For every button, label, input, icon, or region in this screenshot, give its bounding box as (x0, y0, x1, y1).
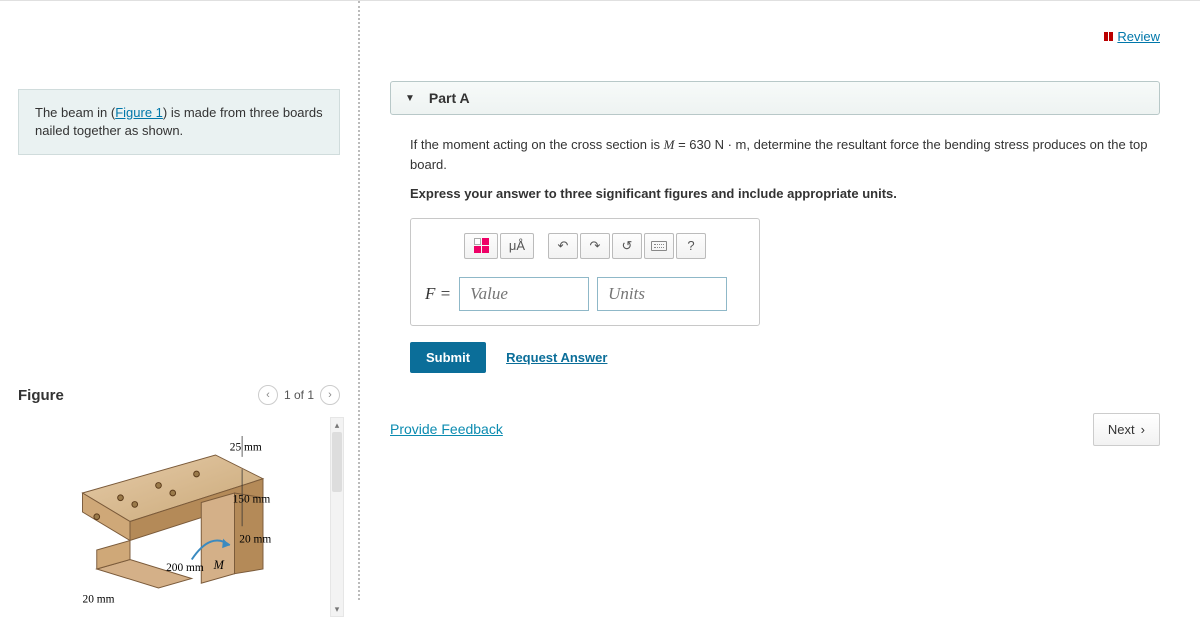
figure-link[interactable]: Figure 1 (115, 105, 163, 120)
intro-text-prefix: The beam in ( (35, 105, 115, 120)
scroll-down-icon[interactable]: ▾ (331, 602, 343, 616)
undo-button[interactable]: ↶ (548, 233, 578, 259)
template-button[interactable] (464, 233, 498, 259)
dim-top-thickness: 25 mm (230, 442, 262, 454)
scroll-thumb[interactable] (332, 432, 342, 492)
figure-counter: 1 of 1 (284, 388, 314, 402)
units-input[interactable] (597, 277, 727, 311)
beam-figure: 25 mm 150 mm 20 mm 200 mm 20 mm M (18, 417, 318, 607)
scroll-up-icon[interactable]: ▴ (331, 418, 343, 432)
reset-button[interactable]: ↺ (612, 233, 642, 259)
redo-button[interactable]: ↷ (580, 233, 610, 259)
q-eq: = 630 N · m (674, 137, 746, 152)
toolbar: μÅ ↶ ↷ ↺ ? (425, 233, 745, 259)
request-answer-link[interactable]: Request Answer (506, 350, 607, 365)
answer-lhs: F = (425, 284, 451, 304)
help-button[interactable]: ? (676, 233, 706, 259)
problem-intro: The beam in (Figure 1) is made from thre… (18, 89, 340, 155)
chevron-right-icon: › (1141, 422, 1145, 437)
next-button[interactable]: Next › (1093, 413, 1160, 446)
collapse-icon[interactable]: ▼ (405, 93, 415, 104)
keyboard-icon (651, 241, 667, 251)
figure-scrollbar[interactable]: ▴ ▾ (330, 417, 344, 617)
value-input[interactable] (459, 277, 589, 311)
keyboard-button[interactable] (644, 233, 674, 259)
moment-label: M (213, 558, 225, 572)
part-title: Part A (429, 90, 470, 106)
figure-title: Figure (18, 387, 64, 404)
answer-box: μÅ ↶ ↷ ↺ ? F = (410, 218, 760, 326)
provide-feedback-link[interactable]: Provide Feedback (390, 421, 503, 437)
review-label: Review (1117, 29, 1160, 44)
review-link[interactable]: Review (1104, 29, 1160, 44)
figure-prev-button[interactable]: ‹ (258, 385, 278, 405)
dim-flange-bottom: 20 mm (239, 534, 271, 546)
next-label: Next (1108, 422, 1135, 437)
submit-button[interactable]: Submit (410, 342, 486, 373)
dim-width: 200 mm (166, 562, 204, 574)
format-button[interactable]: μÅ (500, 233, 534, 259)
dim-web-height: 150 mm (233, 494, 271, 506)
figure-nav: ‹ 1 of 1 › (258, 385, 340, 405)
part-header[interactable]: ▼ Part A (390, 81, 1160, 115)
q-prefix: If the moment acting on the cross sectio… (410, 137, 664, 152)
question-text: If the moment acting on the cross sectio… (410, 135, 1160, 204)
flag-icon (1104, 32, 1113, 41)
q-instruction: Express your answer to three significant… (410, 184, 1160, 204)
q-var: M (664, 137, 675, 152)
figure-next-button[interactable]: › (320, 385, 340, 405)
